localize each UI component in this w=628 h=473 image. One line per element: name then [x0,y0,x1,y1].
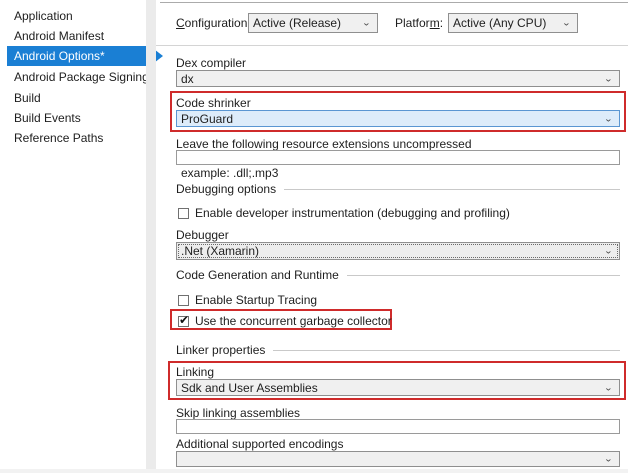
chevron-down-icon: ⌄ [362,20,371,26]
project-properties-sidebar: Application Android Manifest Android Opt… [0,0,146,473]
chevron-down-icon: ⌄ [562,20,571,26]
skip-linking-label: Skip linking assemblies [176,406,300,420]
top-border-line [160,2,628,3]
chevron-down-icon: ⌄ [604,384,613,390]
linking-label: Linking [176,365,214,379]
sidebar-item-build[interactable]: Build [0,88,150,108]
concurrent-gc-checkbox-row[interactable]: ✔ Use the concurrent garbage collector [178,314,392,328]
resource-extensions-hint: example: .dll;.mp3 [181,166,278,180]
dex-compiler-label: Dex compiler [176,56,246,70]
code-shrinker-value: ProGuard [181,112,604,126]
chevron-down-icon: ⌄ [604,75,613,81]
codegen-runtime-header: Code Generation and Runtime [176,268,620,282]
linking-dropdown[interactable]: Sdk and User Assemblies ⌄ [176,379,620,396]
section-rule [284,189,620,190]
encodings-dropdown[interactable]: ⌄ [176,451,620,467]
debugger-dropdown[interactable]: .Net (Xamarin) ⌄ [176,242,620,260]
sidebar-item-android-options[interactable]: Android Options* [7,46,150,66]
developer-instrumentation-label: Enable developer instrumentation (debugg… [195,206,510,220]
linker-properties-header: Linker properties [176,343,620,357]
startup-tracing-checkbox[interactable] [178,295,189,306]
platform-dropdown[interactable]: Active (Any CPU) ⌄ [448,13,578,33]
platform-value: Active (Any CPU) [453,16,562,30]
concurrent-gc-label: Use the concurrent garbage collector [195,314,392,328]
configuration-dropdown[interactable]: Active (Release) ⌄ [248,13,378,33]
configuration-value: Active (Release) [253,16,362,30]
startup-tracing-checkbox-row[interactable]: Enable Startup Tracing [178,293,317,307]
code-shrinker-dropdown[interactable]: ProGuard ⌄ [176,110,620,127]
developer-instrumentation-checkbox[interactable] [178,208,189,219]
android-options-properties-page: Application Android Manifest Android Opt… [0,0,628,473]
section-rule [347,275,620,276]
sidebar-item-reference-paths[interactable]: Reference Paths [0,128,150,148]
resource-extensions-input[interactable] [176,150,620,165]
debugger-value: .Net (Xamarin) [181,244,604,258]
chevron-down-icon: ⌄ [604,456,613,462]
debugger-label: Debugger [176,228,229,242]
concurrent-gc-checkbox[interactable]: ✔ [178,316,189,327]
chevron-down-icon: ⌄ [604,115,613,121]
startup-tracing-label: Enable Startup Tracing [195,293,317,307]
platform-label: Platform: [395,16,443,30]
checkmark-icon: ✔ [179,313,189,327]
sidebar-item-android-package-signing[interactable]: Android Package Signing [0,67,150,87]
configuration-label: Configuration: [176,16,251,30]
code-shrinker-label: Code shrinker [176,96,251,110]
sidebar-item-application[interactable]: Application [0,6,150,26]
dex-compiler-value: dx [181,72,604,86]
sidebar-item-android-manifest[interactable]: Android Manifest [0,26,150,46]
developer-instrumentation-checkbox-row[interactable]: Enable developer instrumentation (debugg… [178,206,510,220]
sidebar-content-divider [146,0,156,473]
linking-value: Sdk and User Assemblies [181,381,604,395]
section-rule [273,350,620,351]
skip-linking-input[interactable] [176,419,620,434]
sidebar-item-build-events[interactable]: Build Events [0,108,150,128]
chevron-down-icon: ⌄ [604,248,613,254]
dex-compiler-dropdown[interactable]: dx ⌄ [176,70,620,87]
resource-extensions-label: Leave the following resource extensions … [176,137,472,151]
config-separator-line [156,45,628,46]
debugging-options-header: Debugging options [176,182,620,196]
encodings-label: Additional supported encodings [176,437,343,451]
bottom-edge-strip [0,469,628,473]
